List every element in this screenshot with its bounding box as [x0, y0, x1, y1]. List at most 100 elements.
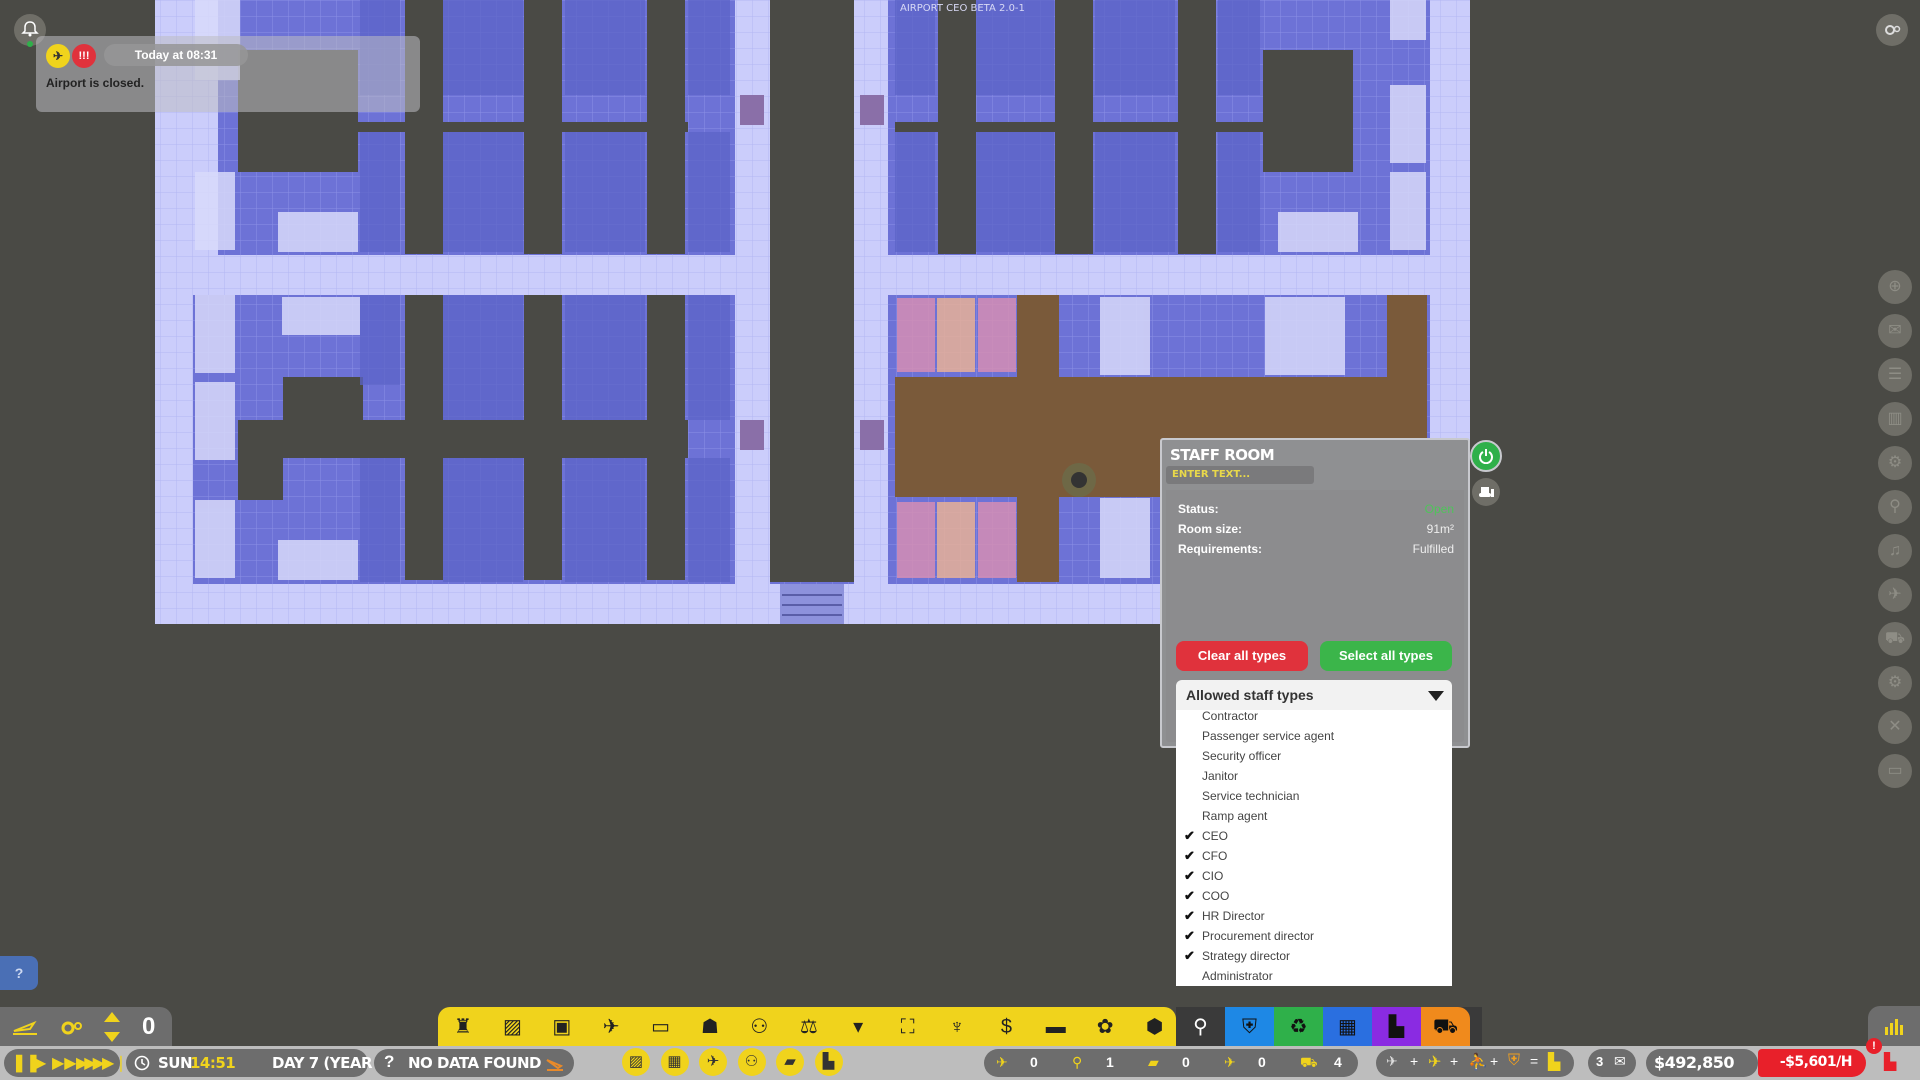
staff-type-label: CEO: [1202, 829, 1229, 843]
staff-type-item[interactable]: ✔ CFO: [1176, 846, 1452, 866]
shield-icon[interactable]: ⛨: [1225, 1007, 1274, 1047]
luggage-icon[interactable]: ▰: [776, 1048, 804, 1076]
no-data-label: NO DATA FOUND: [408, 1054, 542, 1072]
bulldozer-icon[interactable]: ⛟: [1421, 1007, 1470, 1047]
security-icon[interactable]: ⚖: [796, 1014, 822, 1040]
floor-counter: 0: [142, 1013, 156, 1040]
mail-panel[interactable]: 3 ✉: [1588, 1049, 1636, 1077]
play-icon[interactable]: ▶: [34, 1053, 46, 1073]
food-icon[interactable]: ♆: [944, 1014, 970, 1040]
people-icon[interactable]: ⚲: [1878, 490, 1912, 524]
money-value: $492,850: [1654, 1053, 1735, 1072]
control-tower-icon[interactable]: ♜: [450, 1014, 476, 1040]
staff-type-label: Passenger service agent: [1202, 729, 1335, 743]
runway-icon[interactable]: ▨: [622, 1048, 650, 1076]
clock-icon: [134, 1055, 150, 1071]
demolish-button[interactable]: [1472, 478, 1500, 506]
gears-icon[interactable]: [60, 1017, 84, 1037]
laptop-icon[interactable]: ▭: [1878, 754, 1912, 788]
room-name-input[interactable]: ENTER TEXT...: [1166, 466, 1314, 484]
finance-alert-badge[interactable]: !: [1866, 1038, 1882, 1054]
staff-type-label: CIO: [1202, 869, 1224, 883]
bell-icon[interactable]: ♫: [1878, 534, 1912, 568]
staff-type-item[interactable]: ✔ CEO: [1176, 826, 1452, 846]
rating-panel[interactable]: ✈ + ✈ + ⛹ + ⛨ = ▙: [1376, 1049, 1574, 1077]
staff-type-item[interactable]: Passenger service agent: [1176, 726, 1452, 746]
gears-icon[interactable]: ⚙: [1878, 666, 1912, 700]
report-icon[interactable]: ☰: [1878, 358, 1912, 392]
stats-icon[interactable]: ▥: [1878, 402, 1912, 436]
vehicle-count-icon: ⛟: [1300, 1054, 1318, 1070]
bus-icon[interactable]: ▣: [549, 1014, 575, 1040]
faster-forward-icon[interactable]: ▶▶▶: [76, 1053, 105, 1073]
staff-type-label: CFO: [1202, 849, 1228, 863]
airplane-icon[interactable]: ✈: [699, 1048, 727, 1076]
staff-type-label: Janitor: [1202, 769, 1239, 783]
panel-title: STAFF ROOM: [1170, 446, 1275, 464]
staff-type-item[interactable]: ✔ HR Director: [1176, 906, 1452, 926]
staff-type-label: Service technician: [1202, 789, 1300, 803]
notification-time: Today at 08:31: [104, 44, 248, 66]
settings-button[interactable]: [1876, 14, 1908, 46]
rating-icon[interactable]: ▙: [814, 1048, 843, 1076]
boxes-icon[interactable]: ⬢: [1142, 1014, 1168, 1040]
bench-icon[interactable]: ▬: [1043, 1014, 1069, 1040]
staff-type-item[interactable]: ✔ COO: [1176, 886, 1452, 906]
airport-map[interactable]: [0, 0, 1920, 1080]
family-icon[interactable]: ⚇: [746, 1014, 772, 1040]
select-all-types-button[interactable]: Select all types: [1320, 641, 1452, 671]
toilet-icon[interactable]: ▾: [845, 1014, 871, 1040]
finance-chart-icon[interactable]: ▙: [1884, 1052, 1896, 1072]
plus-sign: +: [1450, 1053, 1459, 1069]
staff-type-label: Contractor: [1202, 709, 1259, 723]
clear-all-types-button[interactable]: Clear all types: [1176, 641, 1308, 671]
zoning-icon[interactable]: ▙: [1372, 1007, 1421, 1047]
car-icon[interactable]: ⛟: [1878, 622, 1912, 656]
notification-card[interactable]: ✈ !!! Today at 08:31 Airport is closed.: [36, 36, 420, 112]
staff-type-item[interactable]: Security officer: [1176, 746, 1452, 766]
tools-toolbar: ⚲ ⛨ ♻ ▦ ▙ ⛟: [1176, 1007, 1482, 1047]
staff-icon[interactable]: ☗: [697, 1014, 723, 1040]
staff-type-item[interactable]: Administrator: [1176, 966, 1452, 986]
staff-type-item[interactable]: Service technician: [1176, 786, 1452, 806]
family-icon[interactable]: ⚇: [737, 1048, 766, 1076]
runway-icon[interactable]: ▨: [499, 1014, 525, 1040]
plane-takeoff-icon[interactable]: [12, 1019, 38, 1035]
airplane-icon[interactable]: ✈: [598, 1014, 624, 1040]
mail-icon[interactable]: ✉: [1878, 314, 1912, 348]
search-icon[interactable]: ⚲: [1176, 1007, 1225, 1047]
tools-icon[interactable]: ✕: [1878, 710, 1912, 744]
finance-icon[interactable]: ⚙: [1878, 446, 1912, 480]
airline-icon[interactable]: ✈: [1878, 578, 1912, 612]
mode-controls: 0: [0, 1007, 172, 1047]
rate-panel[interactable]: -$5,601/H: [1758, 1049, 1866, 1077]
plant-icon[interactable]: ✿: [1092, 1014, 1118, 1040]
luggage-count-icon: ▰: [1148, 1054, 1159, 1070]
fast-forward-icon[interactable]: ▶▶: [52, 1053, 77, 1073]
skip-icon[interactable]: ▶❘: [102, 1053, 128, 1073]
staff-type-label: COO: [1202, 889, 1230, 903]
money-panel[interactable]: $492,850: [1646, 1049, 1758, 1077]
staff-type-item[interactable]: ✔ Procurement director: [1176, 926, 1452, 946]
staff-type-label: Administrator: [1202, 969, 1273, 983]
shop-icon[interactable]: ⛶: [895, 1014, 921, 1040]
desk-icon[interactable]: ▭: [648, 1014, 674, 1040]
staff-type-item[interactable]: ✔ Strategy director: [1176, 946, 1452, 966]
staff-type-item[interactable]: ✔ CIO: [1176, 866, 1452, 886]
staff-type-item[interactable]: Contractor: [1176, 706, 1452, 726]
grid-icon[interactable]: ▦: [1323, 1007, 1372, 1047]
question-icon: ?: [384, 1052, 395, 1071]
airplane-icon: ✈: [1386, 1053, 1398, 1069]
globe-icon[interactable]: ⊕: [1878, 270, 1912, 304]
help-button[interactable]: ?: [0, 956, 38, 990]
floor-up-down-icon[interactable]: [104, 1012, 120, 1042]
dollar-icon[interactable]: $: [993, 1014, 1019, 1040]
alert-badge: !!!: [72, 44, 96, 68]
recycle-icon[interactable]: ♻: [1274, 1007, 1323, 1047]
checkmark-icon: ✔: [1184, 928, 1195, 943]
rating-icon: ▙: [1548, 1054, 1561, 1071]
power-toggle-button[interactable]: [1470, 440, 1502, 472]
staff-type-item[interactable]: Janitor: [1176, 766, 1452, 786]
grid-icon[interactable]: ▦: [660, 1048, 689, 1076]
staff-type-item[interactable]: Ramp agent: [1176, 806, 1452, 826]
